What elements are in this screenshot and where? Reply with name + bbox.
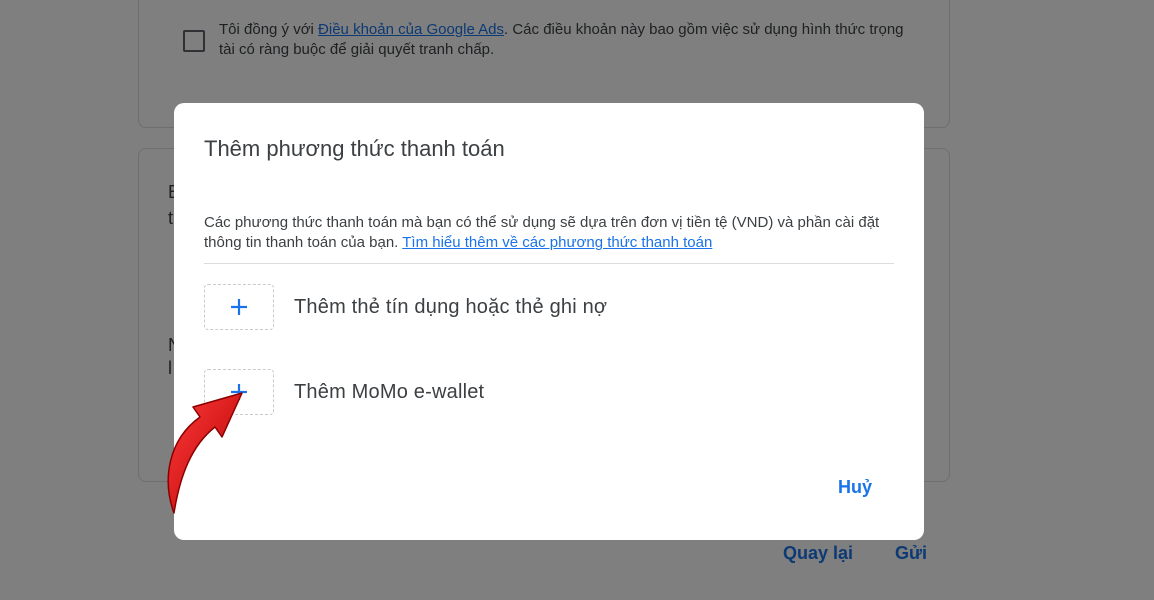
cancel-button[interactable]: Huỷ [838,477,872,498]
add-card-plus-box[interactable] [204,284,274,330]
divider [204,263,894,264]
add-momo-plus-box[interactable] [204,369,274,415]
plus-icon [231,299,247,315]
add-momo-label: Thêm MoMo e-wallet [294,380,485,403]
add-momo-option[interactable]: Thêm MoMo e-wallet [204,368,894,416]
learn-more-link[interactable]: Tìm hiểu thêm về các phương thức thanh t… [402,234,712,251]
add-card-option[interactable]: Thêm thẻ tín dụng hoặc thẻ ghi nợ [204,283,894,331]
dialog-description: Các phương thức thanh toán mà bạn có thể… [204,213,894,253]
add-card-label: Thêm thẻ tín dụng hoặc thẻ ghi nợ [294,295,608,318]
add-payment-method-dialog: Thêm phương thức thanh toán Các phương t… [174,103,924,540]
plus-icon [231,384,247,400]
dialog-title: Thêm phương thức thanh toán [204,136,505,161]
